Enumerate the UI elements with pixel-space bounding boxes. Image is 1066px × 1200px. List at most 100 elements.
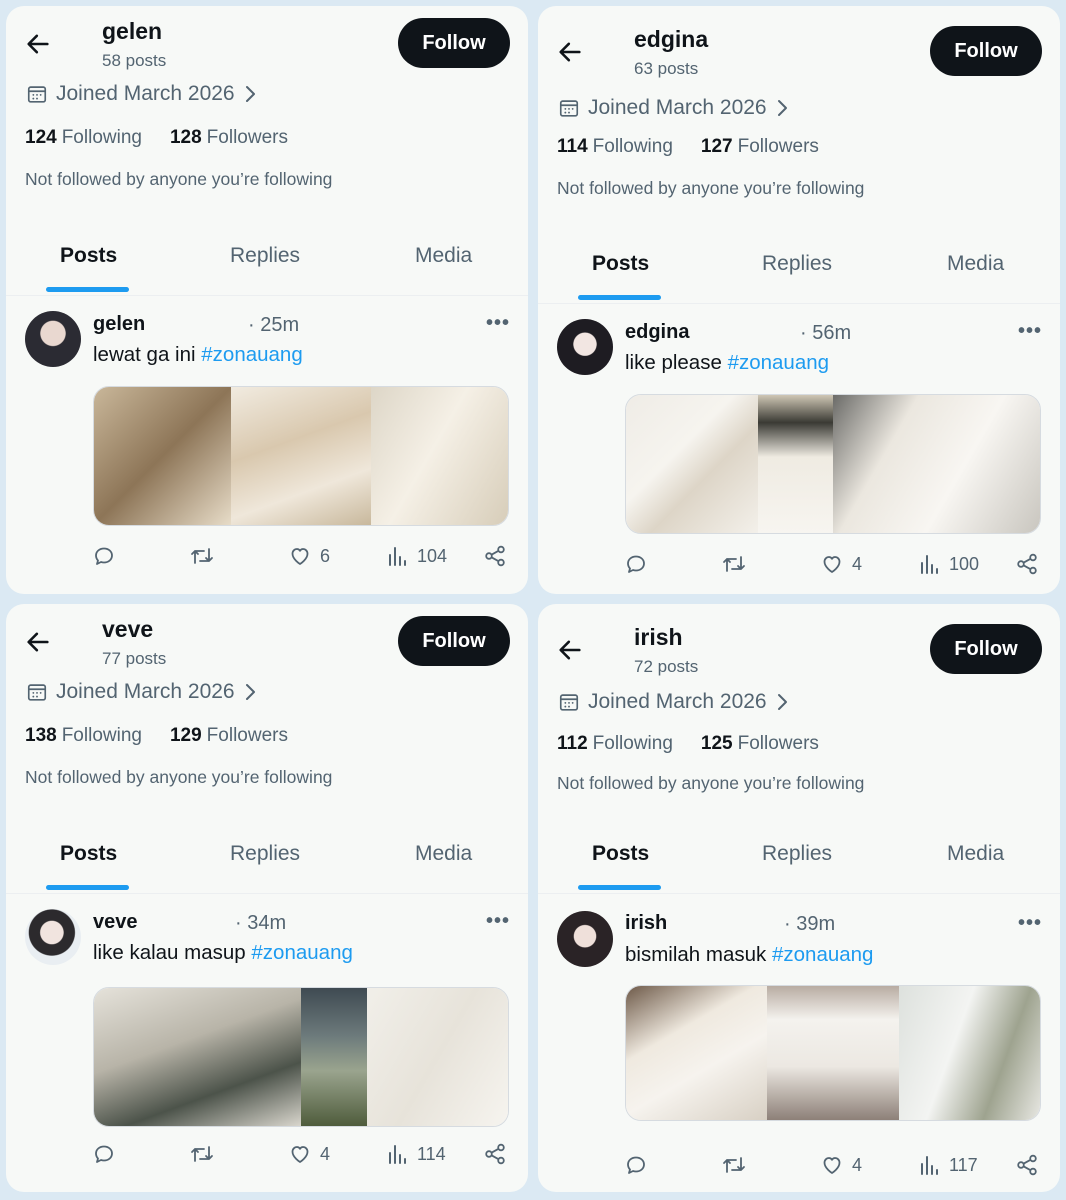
post-media-image[interactable] xyxy=(93,386,509,526)
follow-button[interactable]: Follow xyxy=(930,624,1042,674)
posts-count: 63 posts xyxy=(634,59,699,78)
followers-label: Followers xyxy=(206,127,288,148)
joined-date[interactable]: Joined March 2026 xyxy=(26,82,257,106)
retweet-icon xyxy=(191,548,213,564)
retweet-button[interactable] xyxy=(189,544,215,568)
reply-button[interactable] xyxy=(92,1142,116,1166)
like-button[interactable]: 4 xyxy=(288,1142,330,1166)
avatar[interactable] xyxy=(25,909,81,965)
share-button[interactable] xyxy=(483,544,507,568)
not-followed-note: Not followed by anyone you’re following xyxy=(25,767,333,787)
post-media-image[interactable] xyxy=(93,987,509,1127)
like-button[interactable]: 4 xyxy=(820,1153,862,1177)
follow-stats: 114 Following 127 Followers xyxy=(557,136,819,158)
hashtag-link[interactable]: #zonauang xyxy=(201,343,302,366)
back-arrow-icon[interactable] xyxy=(556,38,584,66)
post-text-body: lewat ga ini xyxy=(93,343,196,366)
hashtag-link[interactable]: #zonauang xyxy=(772,943,873,966)
retweet-icon xyxy=(723,1157,745,1173)
post-author-name[interactable]: edgina xyxy=(625,321,689,344)
like-button[interactable]: 4 xyxy=(820,552,862,576)
tab-replies[interactable]: Replies xyxy=(230,842,300,866)
hashtag-link[interactable]: #zonauang xyxy=(251,941,352,964)
views-button[interactable]: 100 xyxy=(919,552,979,576)
tab-replies[interactable]: Replies xyxy=(230,244,300,268)
followers-stat[interactable]: 125 Followers xyxy=(701,733,819,755)
tab-replies[interactable]: Replies xyxy=(762,842,832,866)
tab-posts[interactable]: Posts xyxy=(60,842,117,866)
back-arrow-icon[interactable] xyxy=(556,636,584,664)
followers-stat[interactable]: 129 Followers xyxy=(170,725,288,747)
avatar[interactable] xyxy=(557,911,613,967)
tab-media[interactable]: Media xyxy=(947,252,1004,276)
post-timestamp[interactable]: · 25m xyxy=(248,314,299,337)
reply-button[interactable] xyxy=(624,1153,648,1177)
view-count: 104 xyxy=(417,545,448,566)
following-stat[interactable]: 124 Following xyxy=(25,127,142,149)
profile-name: edgina xyxy=(634,26,709,52)
joined-date[interactable]: Joined March 2026 xyxy=(558,690,789,714)
view-count: 100 xyxy=(949,553,980,574)
tab-media[interactable]: Media xyxy=(947,842,1004,866)
views-button[interactable]: 117 xyxy=(919,1153,978,1177)
post-author-name[interactable]: irish xyxy=(625,912,667,935)
profile-panel: veve 77 posts Follow Joined March 2026 1… xyxy=(6,604,528,1192)
following-count: 114 xyxy=(557,136,588,157)
reply-icon xyxy=(95,1145,113,1163)
joined-label: Joined March 2026 xyxy=(56,680,235,703)
retweet-button[interactable] xyxy=(189,1142,215,1166)
more-icon[interactable]: ••• xyxy=(486,312,510,335)
tab-posts[interactable]: Posts xyxy=(592,842,649,866)
profile-tabs: Posts Replies Media xyxy=(538,824,1060,894)
reply-button[interactable] xyxy=(92,544,116,568)
post-timestamp[interactable]: · 39m xyxy=(784,913,835,936)
follow-button[interactable]: Follow xyxy=(398,616,510,666)
reply-icon xyxy=(95,547,113,565)
following-stat[interactable]: 112 Following xyxy=(557,733,673,755)
following-stat[interactable]: 138 Following xyxy=(25,725,142,747)
views-button[interactable]: 104 xyxy=(387,544,447,568)
post-timestamp[interactable]: · 34m xyxy=(235,912,286,935)
back-arrow-icon[interactable] xyxy=(24,30,52,58)
post-text: bismilah masuk #zonauang xyxy=(625,943,873,967)
like-button[interactable]: 6 xyxy=(288,544,330,568)
retweet-icon xyxy=(191,1146,213,1162)
tab-media[interactable]: Media xyxy=(415,244,472,268)
post-media-image[interactable] xyxy=(625,394,1041,534)
tab-replies[interactable]: Replies xyxy=(762,252,832,276)
more-icon[interactable]: ••• xyxy=(1018,912,1042,935)
following-stat[interactable]: 114 Following xyxy=(557,136,673,158)
retweet-button[interactable] xyxy=(721,1153,747,1177)
posts-count: 58 posts xyxy=(102,51,167,70)
joined-date[interactable]: Joined March 2026 xyxy=(558,96,789,120)
follow-button[interactable]: Follow xyxy=(398,18,510,68)
post-media-image[interactable] xyxy=(625,985,1041,1121)
share-icon xyxy=(1017,1154,1037,1176)
post-author-name[interactable]: veve xyxy=(93,911,138,934)
views-button[interactable]: 114 xyxy=(387,1142,446,1166)
hashtag-link[interactable]: #zonauang xyxy=(728,351,829,374)
avatar[interactable] xyxy=(557,319,613,375)
followers-stat[interactable]: 127 Followers xyxy=(701,136,819,158)
post-timestamp[interactable]: · 56m xyxy=(800,322,851,345)
retweet-button[interactable] xyxy=(721,552,747,576)
followers-stat[interactable]: 128 Followers xyxy=(170,127,288,149)
active-tab-indicator xyxy=(578,885,661,890)
like-count: 6 xyxy=(320,545,331,566)
follow-button[interactable]: Follow xyxy=(930,26,1042,76)
tab-posts[interactable]: Posts xyxy=(60,244,117,268)
avatar[interactable] xyxy=(25,311,81,367)
more-icon[interactable]: ••• xyxy=(1018,320,1042,343)
tab-posts[interactable]: Posts xyxy=(592,252,649,276)
more-icon[interactable]: ••• xyxy=(486,910,510,933)
post-author-name[interactable]: gelen xyxy=(93,313,145,336)
reply-button[interactable] xyxy=(624,552,648,576)
back-arrow-icon[interactable] xyxy=(24,628,52,656)
joined-date[interactable]: Joined March 2026 xyxy=(26,680,257,704)
tab-media[interactable]: Media xyxy=(415,842,472,866)
followers-label: Followers xyxy=(737,733,819,754)
share-button[interactable] xyxy=(1015,552,1039,576)
share-button[interactable] xyxy=(1015,1153,1039,1177)
share-button[interactable] xyxy=(483,1142,507,1166)
share-icon xyxy=(485,545,505,567)
